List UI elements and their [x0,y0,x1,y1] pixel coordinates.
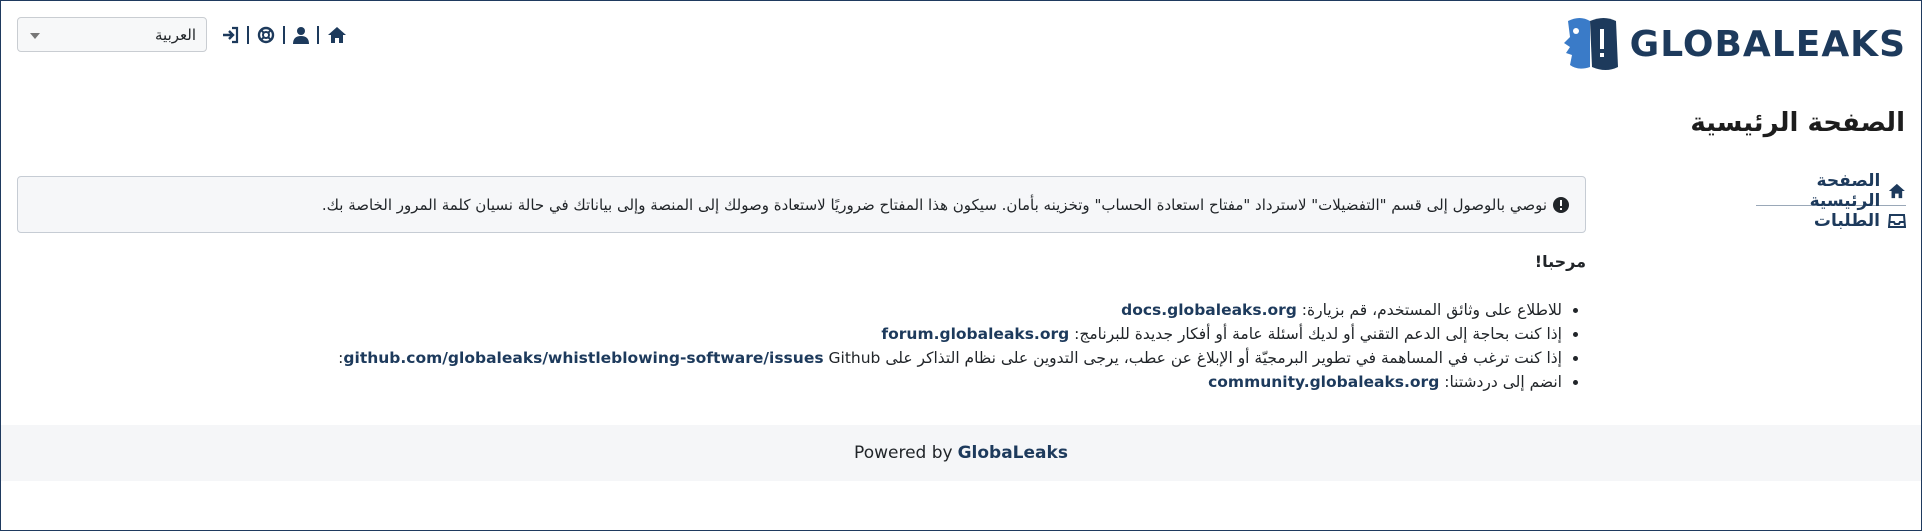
welcome-heading: مرحبا! [1534,252,1586,271]
list-item: انضم إلى دردشتنا: community.globaleaks.o… [338,370,1562,394]
help-links-list: للاطلاع على وثائق المستخدم، قم بزيارة: d… [338,298,1586,394]
language-select[interactable]: العربية [17,17,207,52]
forum-link[interactable]: forum.globaleaks.org [881,325,1069,343]
alert-text: نوصي بالوصول إلى قسم "التفضيلات" لاستردا… [321,195,1547,214]
docs-link[interactable]: docs.globaleaks.org [1121,301,1297,319]
recovery-key-alert: نوصي بالوصول إلى قسم "التفضيلات" لاستردا… [17,176,1586,233]
globaleaks-link[interactable]: GlobaLeaks [958,443,1068,463]
language-select-value: العربية [155,25,196,44]
divider [283,25,285,44]
sidebar-item-requests[interactable]: الطلبات [1756,206,1906,236]
list-item: إذا كنت بحاجة إلى الدعم التقني أو لديك أ… [338,322,1562,346]
footer: Powered by GlobaLeaks [1,425,1921,481]
list-item: للاطلاع على وثائق المستخدم، قم بزيارة: d… [338,298,1562,322]
brand-logo[interactable]: GLOBALEAKS [1560,15,1906,73]
globaleaks-logo-icon [1563,18,1618,70]
footer-text: Powered by [854,443,953,463]
page-title: الصفحة الرئيسية [1690,108,1905,138]
list-item-text: انضم إلى دردشتنا: [1444,373,1562,391]
top-toolbar: العربية [17,17,347,52]
sidebar-item-label: الطلبات [1813,211,1880,231]
home-icon[interactable] [327,26,347,44]
sidebar-item-home[interactable]: الصفحة الرئيسية [1756,171,1906,211]
user-icon[interactable] [293,26,309,44]
inbox-icon [1888,214,1906,228]
home-icon [1889,183,1906,198]
community-link[interactable]: community.globaleaks.org [1208,373,1439,391]
sidebar-item-label: الصفحة الرئيسية [1809,170,1881,211]
brand-name: GLOBALEAKS [1629,23,1906,65]
github-issues-link[interactable]: github.com/globaleaks/whistleblowing-sof… [343,349,823,367]
list-item: إذا كنت ترغب في المساهمة في تطوير البرمج… [338,346,1562,370]
list-item-text: إذا كنت بحاجة إلى الدعم التقني أو لديك أ… [1074,325,1562,343]
exclamation-circle-icon [1553,196,1569,213]
divider [247,25,249,44]
list-item-text: إذا كنت ترغب في المساهمة في تطوير البرمج… [885,349,1562,367]
chevron-down-icon [30,33,40,39]
list-item-text: للاطلاع على وثائق المستخدم، قم بزيارة: [1301,301,1562,319]
divider [317,25,319,44]
sidebar: الصفحة الرئيسية الطلبات [1756,171,1906,236]
support-icon[interactable] [257,26,275,44]
logout-icon[interactable] [221,26,239,44]
toolbar-icons [221,25,347,44]
